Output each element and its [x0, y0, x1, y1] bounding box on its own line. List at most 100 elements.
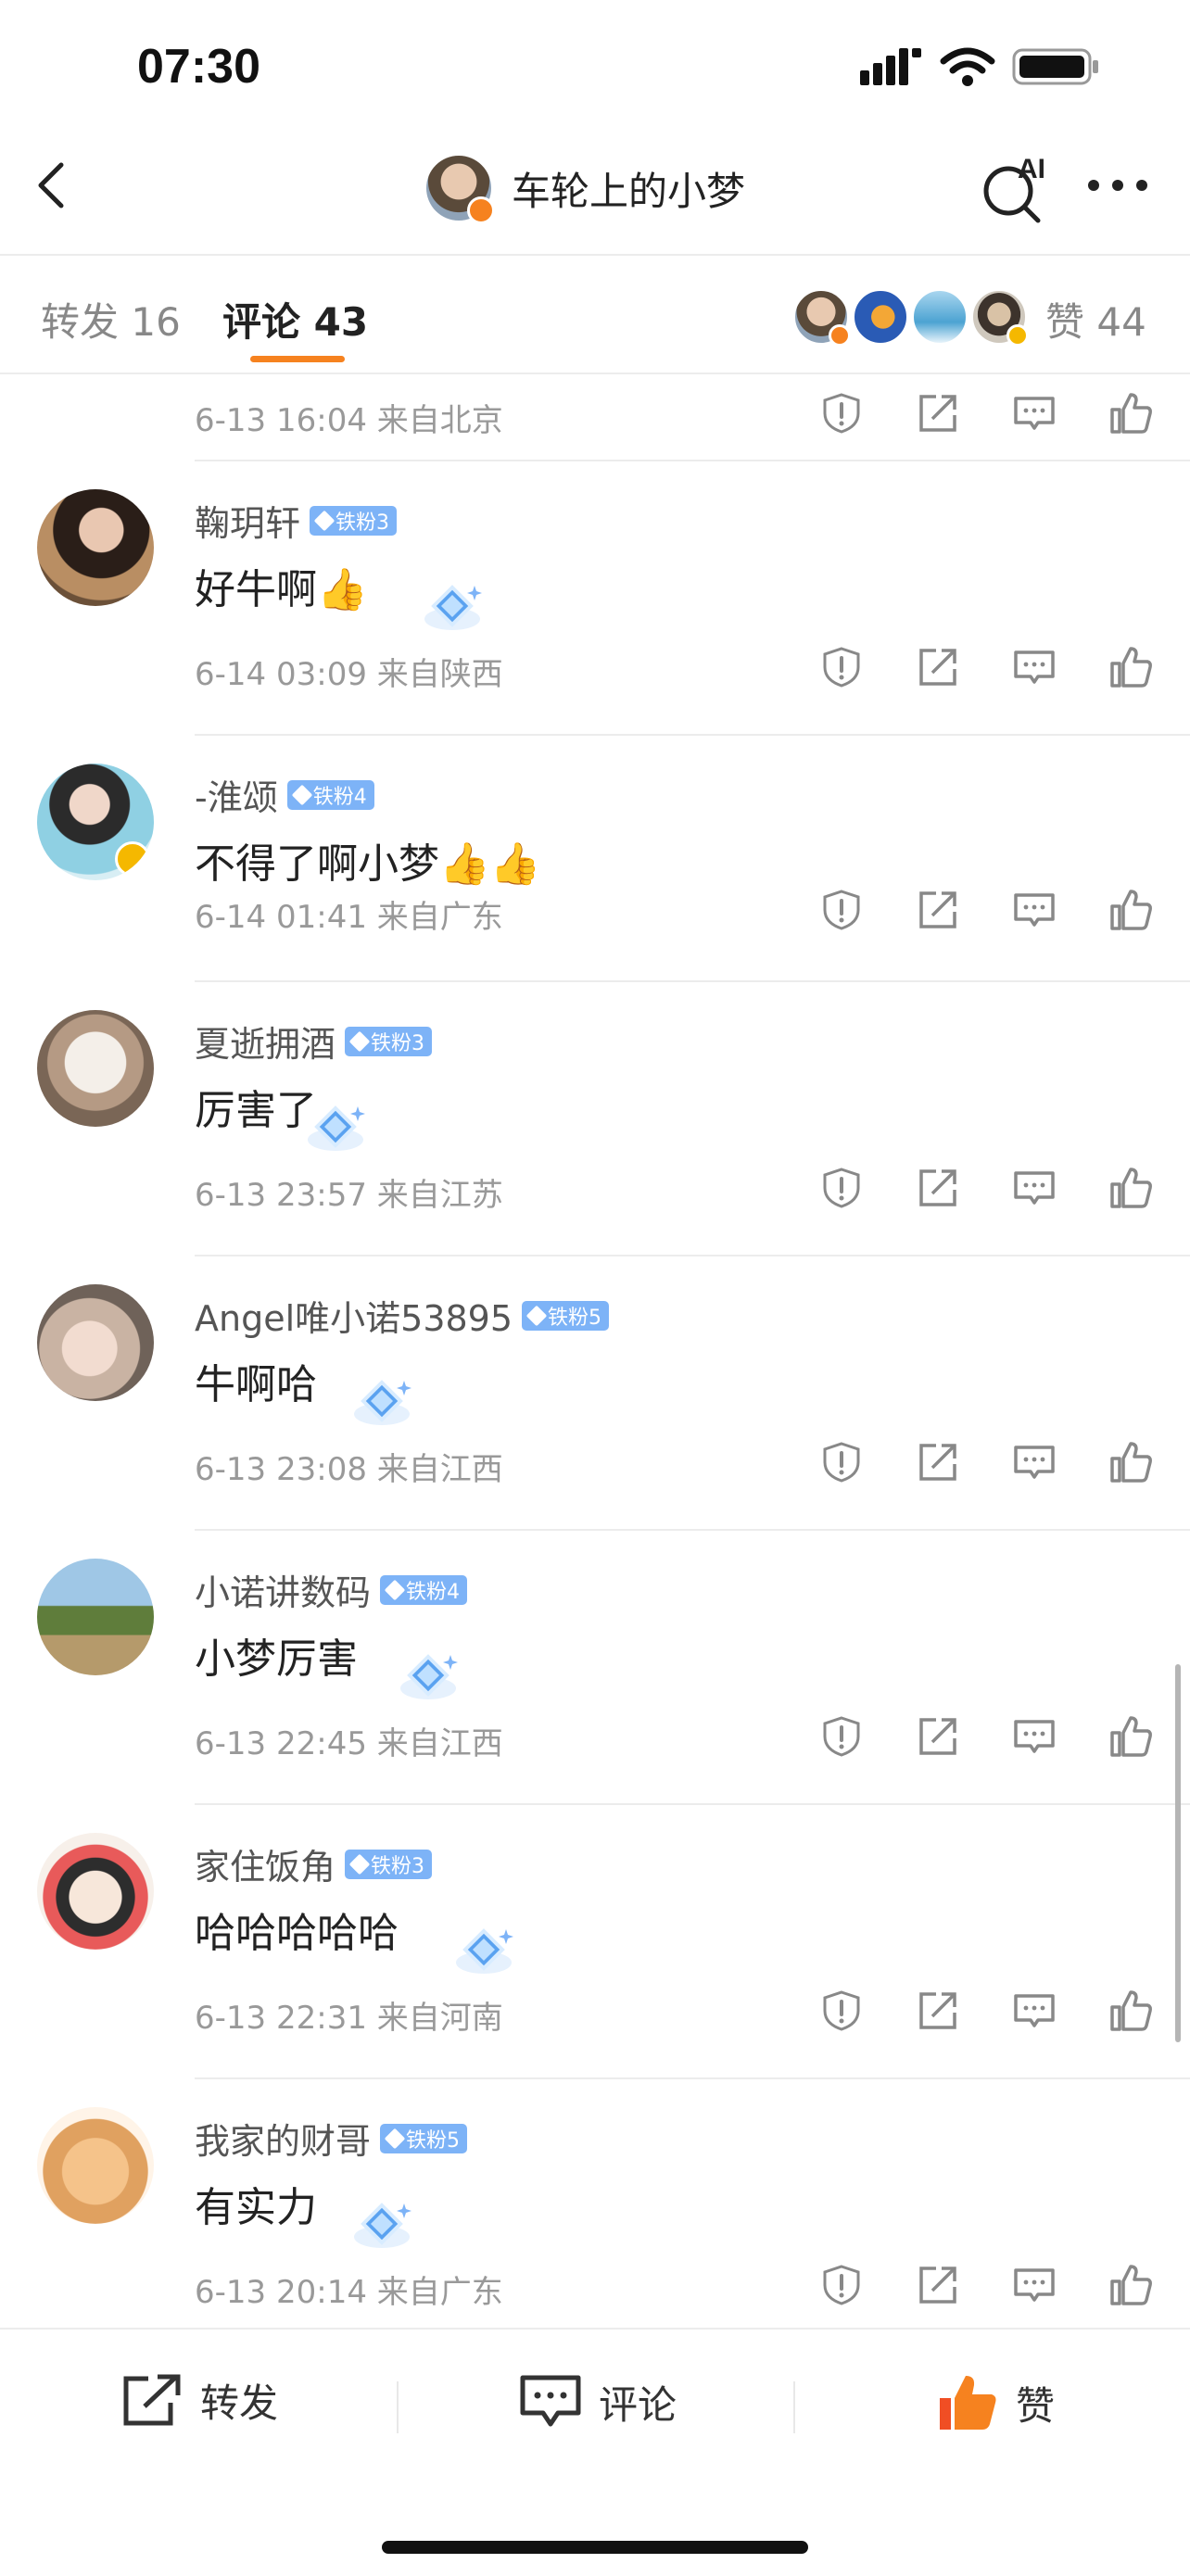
scrollbar[interactable]: [1175, 1664, 1181, 2042]
like-icon[interactable]: [1108, 2263, 1153, 2307]
like-icon[interactable]: [1108, 645, 1153, 689]
liker-avatar[interactable]: [912, 289, 968, 345]
tab-like-label: 赞: [1045, 299, 1085, 345]
share-icon[interactable]: [916, 1989, 960, 2033]
like-icon[interactable]: [1108, 888, 1153, 932]
sticker-diamond-icon: [354, 1380, 411, 1425]
tab-repost-count: 16: [131, 299, 181, 345]
comment-time: 6-13 23:57: [195, 1177, 367, 1214]
commenter-avatar[interactable]: [37, 764, 154, 880]
commenter-name[interactable]: 夏逝拥酒: [195, 1016, 335, 1067]
report-icon[interactable]: [819, 1714, 864, 1759]
author-avatar[interactable]: [426, 156, 495, 224]
status-time: 07:30: [137, 40, 260, 94]
back-arrow-icon[interactable]: [26, 158, 82, 213]
tab-repost[interactable]: 转发 16: [41, 291, 181, 347]
list-item[interactable]: 鞠玥轩 铁粉3 好牛啊👍 6-14 03:09 来自陕西: [0, 461, 1190, 736]
reply-icon[interactable]: [1012, 645, 1057, 689]
commenter-avatar[interactable]: [37, 2107, 154, 2224]
comment-location: 来自陕西: [376, 656, 503, 693]
comment-button[interactable]: 评论: [519, 2372, 677, 2431]
report-icon[interactable]: [819, 888, 864, 932]
fan-badge: 铁粉4: [380, 1574, 468, 1605]
comment-text: 好牛啊👍: [195, 566, 368, 613]
list-item[interactable]: 我家的财哥 铁粉5 有实力 6-13 20:14 来自广东: [0, 2079, 1190, 2328]
comment-actions: [819, 1440, 1153, 1484]
comment-actions: [819, 1166, 1153, 1210]
cellular-signal-icon: [860, 48, 921, 85]
report-icon[interactable]: [819, 1440, 864, 1484]
fan-badge: 铁粉3: [345, 1026, 433, 1056]
comment-label: 评论: [599, 2381, 677, 2428]
list-item[interactable]: 家住饭角 铁粉3 哈哈哈哈哈 6-13 22:31 来自河南: [0, 1805, 1190, 2079]
report-icon[interactable]: [819, 2263, 864, 2307]
like-icon[interactable]: [1108, 391, 1153, 436]
commenter-name[interactable]: -淮颂: [195, 769, 278, 820]
commenter-name-line: 鞠玥轩 铁粉3: [195, 495, 398, 546]
like-icon[interactable]: [1108, 1989, 1153, 2033]
commenter-name[interactable]: 家住饭角: [195, 1838, 335, 1889]
repost-button[interactable]: 转发: [120, 2372, 278, 2429]
share-icon[interactable]: [916, 645, 960, 689]
commenter-name[interactable]: Angel唯小诺53895: [195, 1290, 513, 1341]
list-item[interactable]: -淮颂 铁粉4 不得了啊小梦👍👍 6-14 01:41 来自广东: [0, 736, 1190, 982]
tab-comment[interactable]: 评论 43: [222, 291, 368, 347]
repost-icon: [123, 2374, 181, 2425]
reply-icon[interactable]: [1012, 888, 1057, 932]
commenter-avatar[interactable]: [37, 489, 154, 606]
diamond-icon: [348, 1030, 371, 1052]
comment-list[interactable]: 6-13 16:04 来自北京 鞠玥轩 铁粉3 好牛啊👍 6-14 03:09: [0, 374, 1190, 2328]
like-button[interactable]: 赞: [936, 2372, 1055, 2433]
commenter-name-line: Angel唯小诺53895 铁粉5: [195, 1290, 610, 1341]
list-item[interactable]: Angel唯小诺53895 铁粉5 牛啊哈 6-13 23:08 来自江西: [0, 1256, 1190, 1531]
report-icon[interactable]: [819, 391, 864, 436]
home-indicator[interactable]: [382, 2541, 808, 2554]
liker-avatars[interactable]: [793, 289, 1029, 347]
comment-time: 6-14 03:09: [195, 656, 367, 693]
author-name: 车轮上的小梦: [512, 168, 746, 214]
reply-icon[interactable]: [1012, 391, 1057, 436]
reply-icon[interactable]: [1012, 2263, 1057, 2307]
liker-avatar[interactable]: [971, 289, 1029, 347]
share-icon[interactable]: [916, 1440, 960, 1484]
liker-avatar[interactable]: [793, 289, 851, 347]
battery-icon: [1012, 48, 1098, 85]
more-icon[interactable]: [1084, 167, 1151, 204]
commenter-name[interactable]: 小诺讲数码: [195, 1564, 371, 1615]
report-icon[interactable]: [819, 1166, 864, 1210]
ai-search-icon[interactable]: AI: [977, 152, 1051, 226]
thumbs-up-icon: [940, 2376, 996, 2430]
diamond-icon: [291, 784, 313, 805]
list-item[interactable]: 夏逝拥酒 铁粉3 厉害了 6-13 23:57 来自江苏: [0, 982, 1190, 1256]
commenter-avatar[interactable]: [37, 1559, 154, 1675]
commenter-name-line: 家住饭角 铁粉3: [195, 1838, 433, 1889]
like-icon[interactable]: [1108, 1166, 1153, 1210]
like-icon[interactable]: [1108, 1714, 1153, 1759]
bottom-action-bar: 转发 评论 赞: [0, 2328, 1190, 2576]
comment-text: 哈哈哈哈哈: [195, 1910, 399, 1957]
share-icon[interactable]: [916, 391, 960, 436]
commenter-avatar[interactable]: [37, 1833, 154, 1950]
reply-icon[interactable]: [1012, 1714, 1057, 1759]
report-icon[interactable]: [819, 645, 864, 689]
commenter-name-line: 夏逝拥酒 铁粉3: [195, 1016, 433, 1067]
reply-icon[interactable]: [1012, 1166, 1057, 1210]
reply-icon[interactable]: [1012, 1440, 1057, 1484]
commenter-avatar[interactable]: [37, 1010, 154, 1127]
commenter-avatar[interactable]: [37, 1284, 154, 1401]
author-header[interactable]: 车轮上的小梦: [426, 156, 746, 224]
liker-avatar[interactable]: [853, 289, 908, 345]
reply-icon[interactable]: [1012, 1989, 1057, 2033]
commenter-name[interactable]: 鞠玥轩: [195, 495, 300, 546]
report-icon[interactable]: [819, 1989, 864, 2033]
comment-actions: [819, 1714, 1153, 1759]
share-icon[interactable]: [916, 2263, 960, 2307]
share-icon[interactable]: [916, 1166, 960, 1210]
like-icon[interactable]: [1108, 1440, 1153, 1484]
commenter-name[interactable]: 我家的财哥: [195, 2113, 371, 2164]
share-icon[interactable]: [916, 1714, 960, 1759]
share-icon[interactable]: [916, 888, 960, 932]
list-item[interactable]: 小诺讲数码 铁粉4 小梦厉害 6-13 22:45 来自江西: [0, 1531, 1190, 1805]
fan-badge-label: 铁粉4: [312, 785, 367, 809]
tab-like[interactable]: 赞 44: [1045, 291, 1146, 347]
